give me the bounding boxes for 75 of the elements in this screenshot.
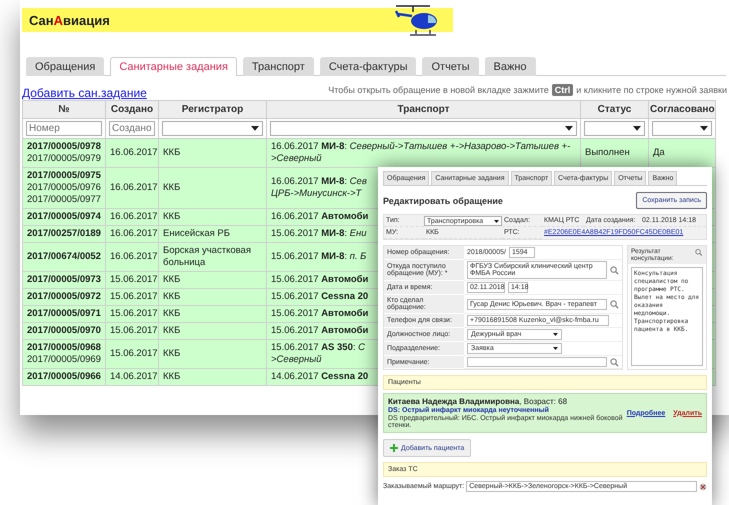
hint-text: Чтобы открыть обращение в новой вкладке зажмите bbox=[328, 85, 549, 95]
date-cell: 16.06.2017 bbox=[106, 226, 158, 242]
caret-icon bbox=[553, 347, 558, 350]
tab[interactable]: Транспорт bbox=[242, 57, 314, 76]
column-header[interactable]: Создано bbox=[106, 100, 158, 118]
caret-icon bbox=[553, 333, 558, 336]
patient-name: Китаева Надежда Владимировна, Возраст: 68 bbox=[388, 397, 568, 406]
registrar-cell: ККБ bbox=[158, 208, 266, 226]
date-cell: 15.06.2017 bbox=[106, 288, 158, 306]
date-cell: 16.06.2017 bbox=[106, 138, 158, 168]
number-cell: 2017/00005/0972 bbox=[22, 288, 106, 306]
registrar-cell: ККБ bbox=[158, 340, 266, 368]
filter-dropdown[interactable] bbox=[652, 121, 712, 136]
number-cell: 2017/00005/0975 2017/00005/0976 2017/00005/0977 bbox=[22, 168, 106, 208]
note-field[interactable] bbox=[467, 357, 607, 367]
column-header[interactable]: Транспорт bbox=[266, 100, 580, 118]
tab[interactable]: Обращения bbox=[26, 57, 104, 76]
number-cell: 2017/00005/0968 2017/00005/0969 bbox=[22, 340, 106, 368]
plus-icon bbox=[390, 444, 398, 452]
tab[interactable]: Счета-фактуры bbox=[320, 57, 416, 76]
magnifier-icon[interactable] bbox=[695, 248, 703, 257]
registrar-cell: Борская участковая больница bbox=[158, 242, 266, 272]
date-cell: 15.06.2017 bbox=[106, 306, 158, 322]
column-header[interactable]: Статус bbox=[580, 100, 648, 118]
date-cell: 16.06.2017 bbox=[106, 208, 158, 226]
column-header[interactable]: № bbox=[22, 100, 106, 118]
number-cell: 2017/00005/0970 bbox=[22, 322, 106, 340]
key-badge: Ctrl bbox=[552, 84, 574, 96]
date-cell: 15.06.2017 bbox=[106, 340, 158, 368]
filter-dropdown[interactable] bbox=[162, 121, 263, 136]
date-cell: 15.06.2017 bbox=[106, 272, 158, 288]
caret-icon bbox=[251, 126, 259, 131]
number-cell: 2017/00005/0971 bbox=[22, 306, 106, 322]
magnifier-icon[interactable] bbox=[610, 300, 619, 308]
transport-cell: 16.06.2017 МИ-8: Северный->Татышев +->Назарово->Татышев +- >Северный bbox=[266, 138, 580, 168]
registrar-cell: ККБ bbox=[158, 322, 266, 340]
add-task-link[interactable]: Добавить сан.задание bbox=[22, 86, 147, 100]
registrar-cell: ККБ bbox=[158, 306, 266, 322]
filter-field[interactable]: Создано bbox=[109, 121, 155, 136]
caret-icon bbox=[565, 126, 573, 131]
status-cell: Выполнен bbox=[580, 138, 648, 168]
magnifier-icon[interactable] bbox=[610, 358, 619, 366]
date-cell: 15.06.2017 bbox=[106, 322, 158, 340]
tab[interactable]: Санитарные задания bbox=[110, 57, 237, 76]
filter-dropdown[interactable] bbox=[270, 121, 577, 136]
registrar-cell: ККБ bbox=[158, 288, 266, 306]
registrar-cell: ККБ bbox=[158, 368, 266, 386]
filter-field[interactable]: Номер bbox=[26, 121, 102, 136]
clear-icon[interactable] bbox=[699, 482, 707, 490]
number-cell: 2017/00005/0966 bbox=[22, 368, 106, 386]
tab[interactable]: Важно bbox=[484, 57, 536, 76]
date-cell: 16.06.2017 bbox=[106, 168, 158, 208]
magnifier-icon[interactable] bbox=[610, 266, 619, 274]
number-cell: 2017/00674/0052 bbox=[22, 242, 106, 272]
registrar-cell: ККБ bbox=[158, 138, 266, 168]
number-cell: 2017/00257/0189 bbox=[22, 226, 106, 242]
column-header[interactable]: Согласовано bbox=[648, 100, 716, 118]
agreed-cell: Да bbox=[648, 138, 716, 168]
column-header[interactable]: Регистратор bbox=[158, 100, 266, 118]
caret-icon bbox=[700, 126, 708, 131]
app-logo: СанАвиация bbox=[29, 12, 110, 28]
form-title: Редактировать обращение bbox=[383, 196, 503, 206]
hint-text: и кликните по строке нужной заявки bbox=[576, 85, 727, 95]
registrar-cell: ККБ bbox=[158, 168, 266, 208]
date-cell: 14.06.2017 bbox=[106, 368, 158, 386]
caret-icon bbox=[494, 220, 499, 222]
tab[interactable]: Отчеты bbox=[422, 57, 479, 76]
caret-icon bbox=[633, 126, 641, 131]
number-cell: 2017/00005/0978 2017/00005/0979 bbox=[22, 138, 106, 168]
registrar-cell: ККБ bbox=[158, 272, 266, 288]
number-cell: 2017/00005/0974 bbox=[22, 208, 106, 226]
registrar-cell: Енисейская РБ bbox=[158, 226, 266, 242]
number-cell: 2017/00005/0973 bbox=[22, 272, 106, 288]
date-cell: 16.06.2017 bbox=[106, 242, 158, 272]
filter-dropdown[interactable] bbox=[584, 121, 645, 136]
